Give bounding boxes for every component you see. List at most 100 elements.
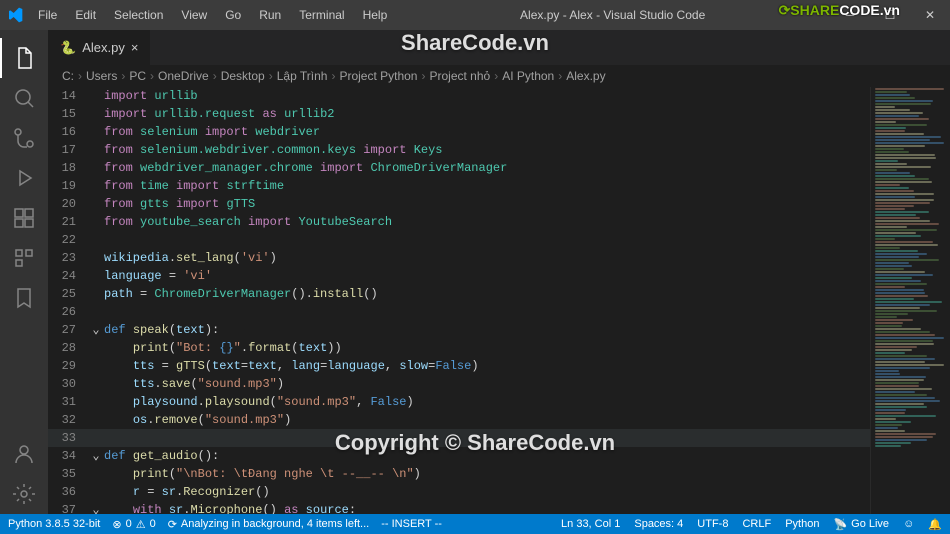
feedback-icon[interactable]: ☺ xyxy=(903,518,914,531)
code-line[interactable]: 18from webdriver_manager.chrome import C… xyxy=(48,159,870,177)
minimize-button[interactable]: ─ xyxy=(830,0,870,30)
menu-file[interactable]: File xyxy=(30,4,65,26)
line-number: 23 xyxy=(48,249,88,267)
encoding[interactable]: UTF-8 xyxy=(697,518,728,531)
fold-toggle[interactable]: ⌄ xyxy=(88,321,104,339)
code-line[interactable]: 30 tts.save("sound.mp3") xyxy=(48,375,870,393)
bookmark-icon[interactable] xyxy=(0,278,48,318)
code-line[interactable]: 24language = 'vi' xyxy=(48,267,870,285)
analyzing-status[interactable]: ⟳ Analyzing in background, 4 items left.… xyxy=(168,518,370,531)
go-live[interactable]: 📡 Go Live xyxy=(833,518,889,531)
fold-toggle xyxy=(88,87,104,105)
fold-toggle[interactable]: ⌄ xyxy=(88,447,104,465)
code-line[interactable]: 14import urllib xyxy=(48,87,870,105)
code-line[interactable]: 28 print("Bot: {}".format(text)) xyxy=(48,339,870,357)
python-version[interactable]: Python 3.8.5 32-bit xyxy=(8,518,100,530)
breadcrumb-item[interactable]: OneDrive xyxy=(158,69,209,83)
vscode-icon xyxy=(0,7,30,23)
fold-toggle xyxy=(88,411,104,429)
code-line[interactable]: 21from youtube_search import YoutubeSear… xyxy=(48,213,870,231)
code-line[interactable]: 33 xyxy=(48,429,870,447)
code-line[interactable]: 20from gtts import gTTS xyxy=(48,195,870,213)
source-control-icon[interactable] xyxy=(0,118,48,158)
debug-icon[interactable] xyxy=(0,158,48,198)
code-content: os.remove("sound.mp3") xyxy=(104,411,870,429)
search-icon[interactable] xyxy=(0,78,48,118)
breadcrumb-item[interactable]: Desktop xyxy=(221,69,265,83)
line-number: 30 xyxy=(48,375,88,393)
code-line[interactable]: 29 tts = gTTS(text=text, lang=language, … xyxy=(48,357,870,375)
line-number: 21 xyxy=(48,213,88,231)
breadcrumb-item[interactable]: Project Python xyxy=(339,69,417,83)
language-mode[interactable]: Python xyxy=(785,518,819,531)
eol[interactable]: CRLF xyxy=(742,518,771,531)
python-icon: 🐍 xyxy=(60,40,76,56)
fold-toggle xyxy=(88,213,104,231)
code-line[interactable]: 34⌄def get_audio(): xyxy=(48,447,870,465)
breadcrumb-item[interactable]: Lập Trình xyxy=(277,69,328,83)
code-line[interactable]: 23wikipedia.set_lang('vi') xyxy=(48,249,870,267)
breadcrumb-item[interactable]: Users xyxy=(86,69,117,83)
line-number: 24 xyxy=(48,267,88,285)
extensions-icon[interactable] xyxy=(0,198,48,238)
menu-view[interactable]: View xyxy=(173,4,215,26)
fold-toggle xyxy=(88,303,104,321)
close-button[interactable]: ✕ xyxy=(910,0,950,30)
cursor-position[interactable]: Ln 33, Col 1 xyxy=(561,518,620,531)
code-line[interactable]: 17from selenium.webdriver.common.keys im… xyxy=(48,141,870,159)
code-line[interactable]: 22 xyxy=(48,231,870,249)
problems[interactable]: ⊗0 ⚠0 xyxy=(112,518,155,531)
maximize-button[interactable]: ☐ xyxy=(870,0,910,30)
window-controls: ─ ☐ ✕ xyxy=(830,0,950,30)
tab-file[interactable]: 🐍 Alex.py × xyxy=(48,30,151,65)
minimap[interactable] xyxy=(870,87,950,514)
puzzle-icon[interactable] xyxy=(0,238,48,278)
bell-icon[interactable]: 🔔 xyxy=(928,518,942,531)
close-icon[interactable]: × xyxy=(131,40,139,55)
breadcrumb-item[interactable]: C: xyxy=(62,69,74,83)
titlebar: FileEditSelectionViewGoRunTerminalHelp A… xyxy=(0,0,950,30)
code-line[interactable]: 19from time import strftime xyxy=(48,177,870,195)
analyzing-text: Analyzing in background, 4 items left... xyxy=(181,518,369,530)
fold-toggle xyxy=(88,141,104,159)
breadcrumb-sep: › xyxy=(213,69,217,83)
breadcrumb-sep: › xyxy=(269,69,273,83)
code-line[interactable]: 32 os.remove("sound.mp3") xyxy=(48,411,870,429)
code-line[interactable]: 26 xyxy=(48,303,870,321)
menu-help[interactable]: Help xyxy=(355,4,396,26)
breadcrumb-item[interactable]: Alex.py xyxy=(566,69,605,83)
breadcrumbs[interactable]: C: › Users › PC › OneDrive › Desktop › L… xyxy=(48,65,950,87)
code-content: print("Bot: {}".format(text)) xyxy=(104,339,870,357)
account-icon[interactable] xyxy=(0,434,48,474)
code-line[interactable]: 27⌄def speak(text): xyxy=(48,321,870,339)
code-editor[interactable]: 14import urllib15import urllib.request a… xyxy=(48,87,950,514)
code-line[interactable]: 36 r = sr.Recognizer() xyxy=(48,483,870,501)
code-content: from gtts import gTTS xyxy=(104,195,870,213)
breadcrumb-item[interactable]: PC xyxy=(129,69,146,83)
line-number: 27 xyxy=(48,321,88,339)
menu-terminal[interactable]: Terminal xyxy=(291,4,352,26)
code-line[interactable]: 16from selenium import webdriver xyxy=(48,123,870,141)
code-line[interactable]: 37⌄ with sr.Microphone() as source: xyxy=(48,501,870,514)
fold-toggle xyxy=(88,465,104,483)
code-line[interactable]: 25path = ChromeDriverManager().install() xyxy=(48,285,870,303)
menu-edit[interactable]: Edit xyxy=(67,4,104,26)
fold-toggle xyxy=(88,123,104,141)
fold-toggle[interactable]: ⌄ xyxy=(88,501,104,514)
breadcrumb-item[interactable]: Project nhỏ xyxy=(429,69,490,83)
gear-icon[interactable] xyxy=(0,474,48,514)
menu-selection[interactable]: Selection xyxy=(106,4,171,26)
files-icon[interactable] xyxy=(0,38,48,78)
indent-setting[interactable]: Spaces: 4 xyxy=(634,518,683,531)
code-content: with sr.Microphone() as source: xyxy=(104,501,870,514)
warning-count: 0 xyxy=(150,518,156,530)
breadcrumb-item[interactable]: AI Python xyxy=(502,69,554,83)
code-content: print("\nBot: \tĐang nghe \t --__-- \n") xyxy=(104,465,870,483)
code-line[interactable]: 35 print("\nBot: \tĐang nghe \t --__-- \… xyxy=(48,465,870,483)
menu-go[interactable]: Go xyxy=(217,4,249,26)
code-line[interactable]: 15import urllib.request as urllib2 xyxy=(48,105,870,123)
code-line[interactable]: 31 playsound.playsound("sound.mp3", Fals… xyxy=(48,393,870,411)
code-content xyxy=(104,231,870,249)
fold-toggle xyxy=(88,339,104,357)
menu-run[interactable]: Run xyxy=(251,4,289,26)
